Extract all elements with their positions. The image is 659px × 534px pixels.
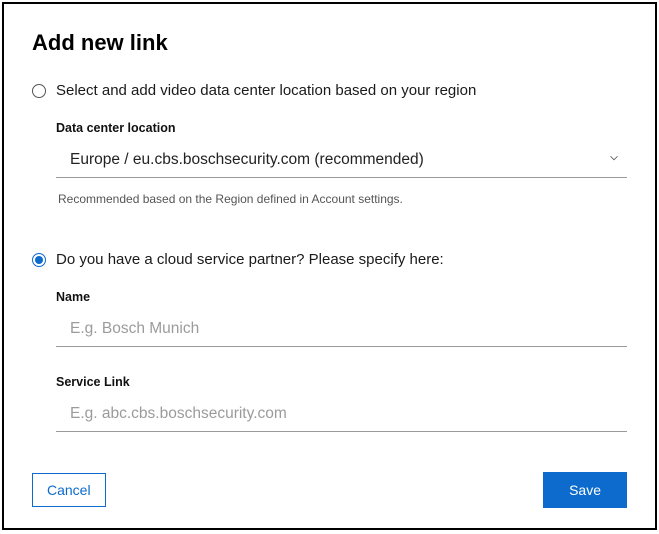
data-center-field-block: Data center location Europe / eu.cbs.bos… [32,121,627,206]
partner-field-block: Name Service Link [32,290,627,460]
cancel-button[interactable]: Cancel [32,473,106,507]
partner-name-label: Name [56,290,627,304]
dialog-footer: Cancel Save [32,460,627,508]
data-center-label: Data center location [56,121,627,135]
option-partner-label: Do you have a cloud service partner? Ple… [56,251,444,268]
radio-partner[interactable] [32,253,46,267]
partner-name-input[interactable] [56,314,627,347]
save-button[interactable]: Save [543,472,627,508]
chevron-down-icon [607,151,621,170]
spacer [32,206,627,251]
partner-name-group: Name [56,290,627,347]
data-center-select[interactable]: Europe / eu.cbs.boschsecurity.com (recom… [56,145,627,178]
option-region-label: Select and add video data center locatio… [56,82,476,99]
data-center-value: Europe / eu.cbs.boschsecurity.com (recom… [70,151,424,168]
service-link-input[interactable] [56,399,627,432]
data-center-helper: Recommended based on the Region defined … [56,192,627,206]
service-link-group: Service Link [56,375,627,432]
service-link-label: Service Link [56,375,627,389]
option-partner-row[interactable]: Do you have a cloud service partner? Ple… [32,251,627,268]
dialog-title: Add new link [32,30,627,56]
option-region-row[interactable]: Select and add video data center locatio… [32,82,627,99]
add-new-link-dialog: Add new link Select and add video data c… [2,2,657,530]
radio-region[interactable] [32,84,46,98]
